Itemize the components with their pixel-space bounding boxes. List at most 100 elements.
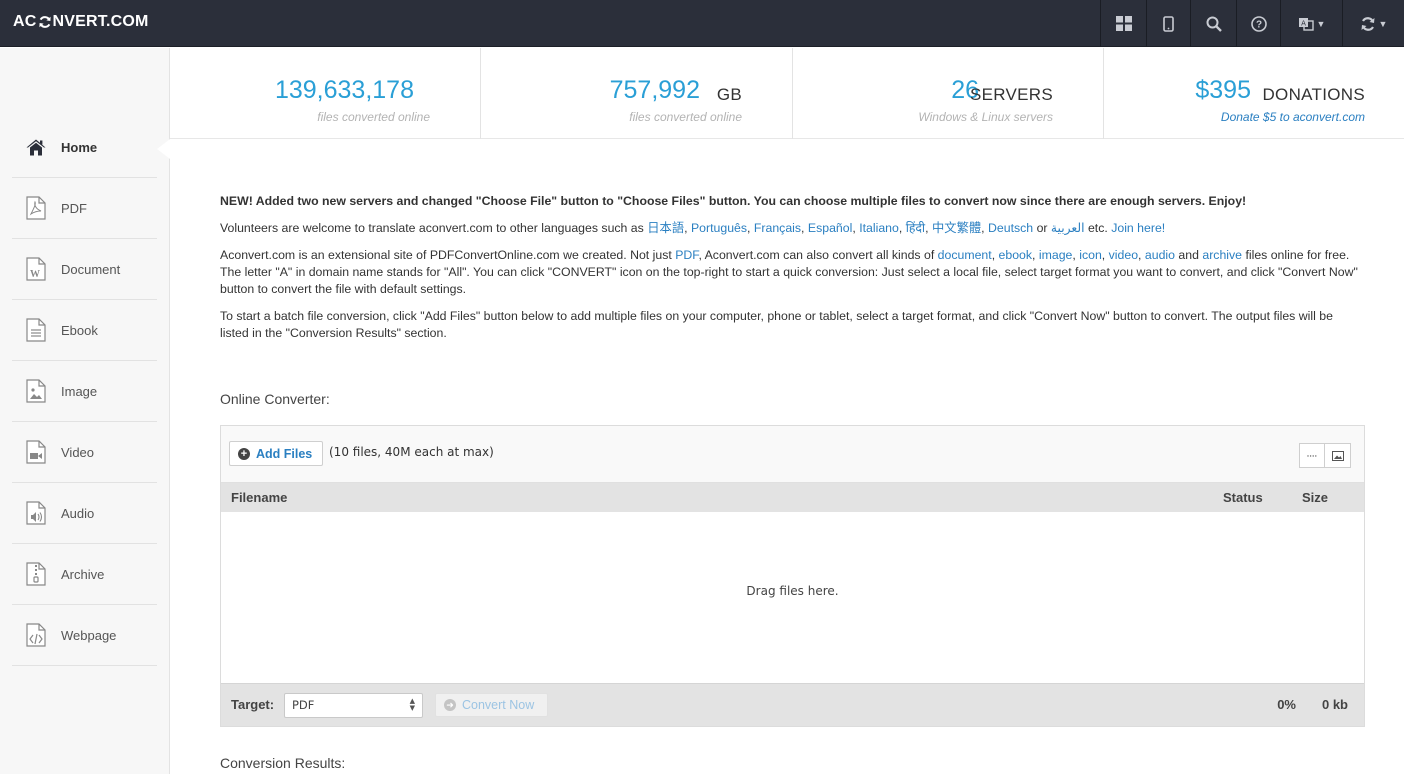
audio-file-icon [25, 501, 47, 525]
stat-sub: files converted online [629, 110, 742, 124]
converter-footer: Target: PDF ▲ ▼ ➜ Convert Now 0% 0 kb [221, 683, 1364, 726]
ebook-file-icon [25, 318, 47, 342]
sidebar-item-document[interactable]: W Document [12, 239, 157, 300]
top-navbar: AC NVERT.COM ? A ▼ ▼ [0, 0, 1404, 47]
mobile-icon[interactable] [1146, 0, 1190, 47]
stat-unit: GB [716, 85, 742, 104]
stat-gb: 757,992 GB files converted online [481, 48, 793, 139]
target-format-value: PDF [292, 698, 315, 712]
sidebar-item-label: Audio [61, 505, 95, 521]
about-text: Aconvert.com is an extensional site of P… [220, 248, 672, 262]
svg-text:W: W [30, 269, 40, 280]
sidebar-item-audio[interactable]: Audio [12, 483, 157, 544]
convert-refresh-icon[interactable]: ▼ [1342, 0, 1404, 47]
join-link[interactable]: Join here! [1111, 221, 1165, 235]
document-file-icon: W [25, 257, 47, 281]
stat-donations: $395 DONATIONS Donate $5 to aconvert.com [1104, 48, 1404, 139]
sidebar-item-home[interactable]: Home [12, 117, 157, 178]
document-link[interactable]: document [938, 248, 992, 262]
pdf-link[interactable]: PDF [675, 248, 698, 262]
size-column-header: Size [1302, 490, 1329, 505]
svg-text:A: A [1301, 19, 1306, 27]
or-text: or [1036, 221, 1048, 235]
stat-unit: DONATIONS [1262, 85, 1365, 104]
lang-link-ja[interactable]: 日本語 [647, 221, 684, 235]
list-view-button[interactable] [1299, 443, 1325, 468]
sidebar-item-label: Archive [61, 566, 105, 582]
image-file-icon [25, 379, 47, 403]
etc-text: etc. [1087, 221, 1108, 235]
pdf-file-icon [25, 196, 47, 220]
file-limit-note: (10 files, 40M each at max) [329, 445, 494, 459]
stat-number: 757,992 [609, 76, 700, 104]
lang-link-fr[interactable]: Français [754, 221, 801, 235]
arrow-circle-icon: ➜ [444, 699, 456, 711]
stat-number: 139,633,178 [274, 76, 414, 104]
about-text: , Aconvert.com can also convert all kind… [698, 248, 935, 262]
logo-text-right: NVERT.COM [52, 13, 149, 30]
drop-zone-hint[interactable]: Drag files here. [221, 584, 1364, 598]
sidebar-item-label: Ebook [61, 322, 98, 338]
lang-link-pt[interactable]: Português [691, 221, 747, 235]
sidebar-item-image[interactable]: Image [12, 361, 157, 422]
filename-column-header: Filename [231, 490, 288, 505]
lang-link-es[interactable]: Español [808, 221, 852, 235]
sidebar-item-video[interactable]: Video [12, 422, 157, 483]
progress-percent: 0% [1277, 697, 1296, 712]
lang-link-de[interactable]: Deutsch [988, 221, 1033, 235]
lang-link-zh[interactable]: 中文繁體 [932, 221, 981, 235]
sidebar-item-pdf[interactable]: PDF [12, 178, 157, 239]
sidebar-item-label: PDF [61, 200, 87, 216]
archive-file-icon [25, 562, 47, 586]
sidebar: Home PDF W Document Ebook Image Video Au… [0, 48, 170, 774]
add-files-button[interactable]: + Add Files [229, 441, 323, 466]
home-icon [25, 135, 47, 159]
active-pointer [157, 139, 170, 159]
lang-link-it[interactable]: Italiano [859, 221, 899, 235]
convert-now-label: Convert Now [462, 698, 535, 712]
target-label: Target: [231, 697, 275, 712]
thumbnail-view-button[interactable] [1325, 443, 1351, 468]
icon-link[interactable]: icon [1079, 248, 1102, 262]
webpage-file-icon [25, 623, 47, 647]
stat-servers: 26 SERVERS Windows & Linux servers [793, 48, 1104, 139]
select-arrows-icon: ▲ ▼ [409, 697, 415, 712]
image-link[interactable]: image [1039, 248, 1073, 262]
sidebar-item-ebook[interactable]: Ebook [12, 300, 157, 361]
video-link[interactable]: video [1109, 248, 1138, 262]
lang-link-ar[interactable]: العربية [1051, 221, 1085, 235]
donate-link[interactable]: Donate $5 to aconvert.com [1221, 110, 1365, 124]
conversion-results-title: Conversion Results: [220, 755, 346, 771]
batch-paragraph: To start a batch file conversion, click … [220, 309, 1333, 340]
grid-icon[interactable] [1100, 0, 1146, 47]
stat-number: $395 [1195, 76, 1251, 104]
converter-panel: + Add Files (10 files, 40M each at max) … [220, 425, 1365, 727]
site-logo[interactable]: AC NVERT.COM [13, 13, 149, 31]
lang-link-hi[interactable]: हिंदी [906, 221, 925, 235]
thumbnail-view-icon [1331, 450, 1344, 461]
convert-now-button[interactable]: ➜ Convert Now [435, 693, 548, 717]
intro-content: NEW! Added two new servers and changed "… [220, 193, 1360, 352]
stats-bar: 139,633,178 files converted online 757,9… [170, 48, 1404, 139]
about-paragraph: Aconvert.com is an extensional site of P… [220, 248, 1358, 296]
target-format-select[interactable]: PDF ▲ ▼ [284, 693, 423, 718]
sidebar-item-label: Image [61, 383, 98, 399]
ebook-link[interactable]: ebook [999, 248, 1033, 262]
language-icon[interactable]: A ▼ [1280, 0, 1342, 47]
add-files-label: Add Files [256, 446, 313, 461]
file-table-header: Filename Status Size [221, 483, 1364, 512]
stat-unit: SERVERS [969, 85, 1053, 104]
volunteers-text: Volunteers are welcome to translate acon… [220, 221, 644, 235]
audio-link[interactable]: audio [1145, 248, 1175, 262]
help-icon[interactable]: ? [1236, 0, 1280, 47]
archive-link[interactable]: archive [1202, 248, 1242, 262]
sidebar-item-webpage[interactable]: Webpage [12, 605, 157, 666]
stat-files: 139,633,178 files converted online [170, 48, 481, 139]
sidebar-item-label: Webpage [61, 627, 117, 643]
sidebar-item-label: Video [61, 444, 95, 460]
stat-sub: files converted online [317, 110, 430, 124]
search-icon[interactable] [1190, 0, 1236, 47]
sidebar-item-label: Document [61, 261, 121, 277]
sidebar-item-archive[interactable]: Archive [12, 544, 157, 605]
sidebar-item-label: Home [61, 139, 98, 155]
